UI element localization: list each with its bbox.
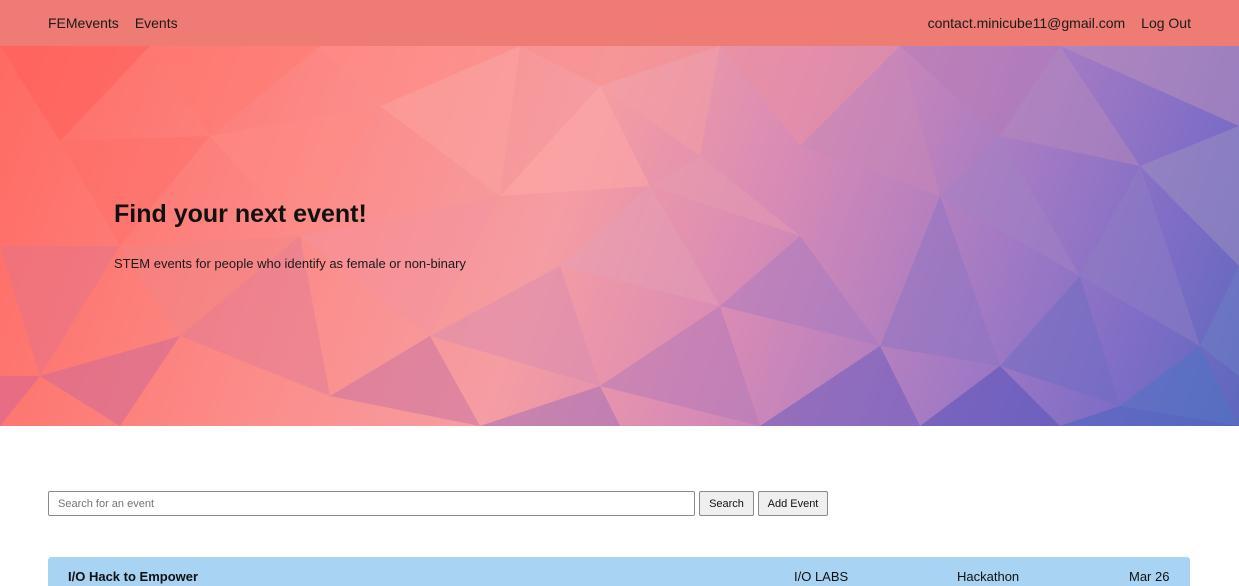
add-event-button[interactable]: Add Event xyxy=(758,491,828,516)
nav-right-group: contact.minicube11@gmail.com Log Out xyxy=(928,15,1191,31)
search-button[interactable]: Search xyxy=(699,491,754,516)
event-type: Hackathon xyxy=(957,569,1020,584)
event-list-item[interactable]: I/O Hack to Empower I/O LABS Hackathon M… xyxy=(48,557,1190,586)
event-date: Mar 26 xyxy=(1129,569,1170,584)
search-bar: Search Add Event xyxy=(48,491,828,516)
search-input[interactable] xyxy=(48,491,695,516)
nav-events-link[interactable]: Events xyxy=(135,15,178,31)
hero-title: Find your next event! xyxy=(114,200,367,228)
logout-link[interactable]: Log Out xyxy=(1141,15,1191,31)
hero-banner: Find your next event! STEM events for pe… xyxy=(0,46,1239,426)
low-poly-background xyxy=(0,46,1239,426)
event-organizer: I/O LABS xyxy=(794,569,849,584)
user-email-link[interactable]: contact.minicube11@gmail.com xyxy=(928,15,1126,31)
top-navbar: FEMevents Events contact.minicube11@gmai… xyxy=(0,0,1239,46)
nav-left-group: FEMevents Events xyxy=(48,15,178,31)
event-title: I/O Hack to Empower xyxy=(68,569,199,584)
hero-subtitle: STEM events for people who identify as f… xyxy=(114,256,466,271)
brand-link[interactable]: FEMevents xyxy=(48,15,119,31)
